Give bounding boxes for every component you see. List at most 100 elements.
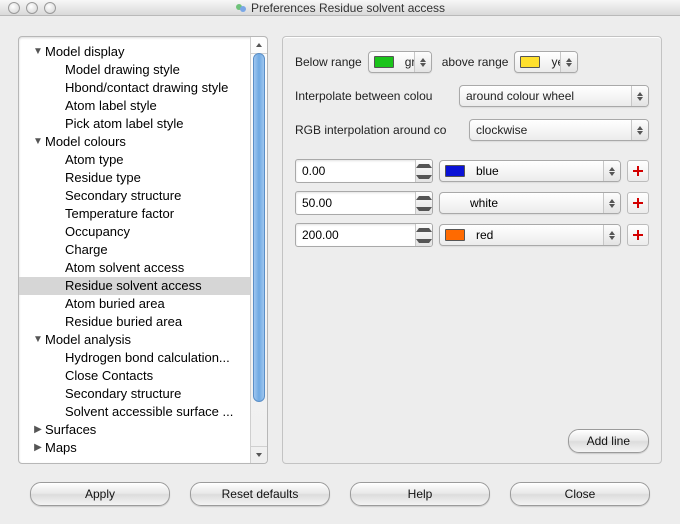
stop-colour-value: red xyxy=(470,228,603,242)
stepper-icon[interactable] xyxy=(415,224,432,246)
tree-item[interactable]: ▶Secondary structure xyxy=(19,187,267,205)
stepper-arrows-icon xyxy=(560,52,577,72)
interpolate-value: around colour wheel xyxy=(460,89,631,103)
stepper-arrows-icon xyxy=(603,161,620,181)
above-range-select[interactable]: yello xyxy=(514,51,578,73)
help-button[interactable]: Help xyxy=(350,482,490,506)
disclosure-right-icon[interactable]: ▶ xyxy=(33,421,43,439)
tree-item[interactable]: ▶Residue type xyxy=(19,169,267,187)
pane-split: ▼Model display▶Model drawing style▶Hbond… xyxy=(18,36,662,464)
tree-item-label: Secondary structure xyxy=(65,385,181,403)
stop-colour-select[interactable]: white xyxy=(439,192,621,214)
tree-item-label: Model display xyxy=(45,43,125,61)
app-icon xyxy=(235,2,247,14)
tree-item[interactable]: ▼Model colours xyxy=(19,133,267,151)
tree-item[interactable]: ▶Atom type xyxy=(19,151,267,169)
tree-item[interactable]: ▼Model analysis xyxy=(19,331,267,349)
zoom-window-button[interactable] xyxy=(44,2,56,14)
tree-scrollbar[interactable] xyxy=(250,37,267,463)
tree-item-label: Atom label style xyxy=(65,97,157,115)
above-range-value: yello xyxy=(545,55,560,69)
tree-item-label: Solvent accessible surface ... xyxy=(65,403,233,421)
tree-item-label: Model drawing style xyxy=(65,61,180,79)
tree-item-label: Hydrogen bond calculation... xyxy=(65,349,230,367)
scroll-thumb[interactable] xyxy=(253,53,265,402)
stop-value-field[interactable]: 0.00 xyxy=(295,159,433,183)
stop-colour-select[interactable]: blue xyxy=(439,160,621,182)
tree-item[interactable]: ▶Residue solvent access xyxy=(19,277,267,295)
disclosure-right-icon[interactable]: ▶ xyxy=(33,439,43,457)
stepper-arrows-icon xyxy=(414,52,431,72)
tree-item[interactable]: ▶Charge xyxy=(19,241,267,259)
colour-stops-list: 0.00 blue 50.00 white 200.00 red xyxy=(295,159,649,255)
tree-item[interactable]: ▶Atom solvent access xyxy=(19,259,267,277)
minimize-window-button[interactable] xyxy=(26,2,38,14)
window-title-text: Preferences Residue solvent access xyxy=(251,1,445,15)
below-range-swatch xyxy=(374,56,394,68)
tree-item[interactable]: ▶Solvent accessible surface ... xyxy=(19,403,267,421)
colour-swatch xyxy=(445,229,465,241)
tree-item[interactable]: ▶Maps xyxy=(19,439,267,457)
remove-icon xyxy=(632,197,644,209)
tree-item-label: Atom type xyxy=(65,151,124,169)
tree-item[interactable]: ▶Model drawing style xyxy=(19,61,267,79)
tree-item[interactable]: ▶Surfaces xyxy=(19,421,267,439)
stop-value: 200.00 xyxy=(296,224,415,246)
tree-item-label: Secondary structure xyxy=(65,187,181,205)
category-tree[interactable]: ▼Model display▶Model drawing style▶Hbond… xyxy=(18,36,268,464)
stop-colour-select[interactable]: red xyxy=(439,224,621,246)
tree-item[interactable]: ▶Temperature factor xyxy=(19,205,267,223)
titlebar: Preferences Residue solvent access xyxy=(0,0,680,16)
apply-button[interactable]: Apply xyxy=(30,482,170,506)
tree-item-label: Charge xyxy=(65,241,108,259)
tree-item[interactable]: ▶Pick atom label style xyxy=(19,115,267,133)
tree-item[interactable]: ▶Atom label style xyxy=(19,97,267,115)
tree-item[interactable]: ▼Model display xyxy=(19,43,267,61)
remove-line-button[interactable] xyxy=(627,160,649,182)
tree-item-label: Close Contacts xyxy=(65,367,153,385)
interpolate-select[interactable]: around colour wheel xyxy=(459,85,649,107)
stepper-arrows-icon xyxy=(603,225,620,245)
above-range-label: above range xyxy=(442,55,509,69)
disclosure-down-icon[interactable]: ▼ xyxy=(33,43,43,61)
tree-item[interactable]: ▶Secondary structure xyxy=(19,385,267,403)
stepper-icon[interactable] xyxy=(415,160,432,182)
tree-item-label: Atom buried area xyxy=(65,295,165,313)
scroll-up-button[interactable] xyxy=(251,37,267,54)
above-range-swatch xyxy=(520,56,540,68)
add-line-button[interactable]: Add line xyxy=(568,429,649,453)
close-window-button[interactable] xyxy=(8,2,20,14)
scroll-track[interactable] xyxy=(251,53,267,447)
close-button[interactable]: Close xyxy=(510,482,650,506)
remove-line-button[interactable] xyxy=(627,192,649,214)
tree-item[interactable]: ▶Residue buried area xyxy=(19,313,267,331)
stop-value: 0.00 xyxy=(296,160,415,182)
stepper-icon[interactable] xyxy=(415,192,432,214)
tree-item[interactable]: ▶Occupancy xyxy=(19,223,267,241)
stepper-arrows-icon xyxy=(631,86,648,106)
tree-item-label: Residue buried area xyxy=(65,313,182,331)
remove-line-button[interactable] xyxy=(627,224,649,246)
disclosure-down-icon[interactable]: ▼ xyxy=(33,331,43,349)
stop-value-field[interactable]: 200.00 xyxy=(295,223,433,247)
tree-item[interactable]: ▶Hbond/contact drawing style xyxy=(19,79,267,97)
panel-footer: Add line xyxy=(295,421,649,453)
colour-stop-row: 50.00 white xyxy=(295,191,649,215)
tree-item-label: Model analysis xyxy=(45,331,131,349)
tree-item[interactable]: ▶Close Contacts xyxy=(19,367,267,385)
tree-item[interactable]: ▶Hydrogen bond calculation... xyxy=(19,349,267,367)
tree-item-label: Maps xyxy=(45,439,77,457)
reset-defaults-button[interactable]: Reset defaults xyxy=(190,482,330,506)
tree-item[interactable]: ▶Atom buried area xyxy=(19,295,267,313)
below-range-select[interactable]: gree xyxy=(368,51,432,73)
rgb-interp-label: RGB interpolation around co xyxy=(295,123,469,137)
disclosure-down-icon[interactable]: ▼ xyxy=(33,133,43,151)
rgb-interp-select[interactable]: clockwise xyxy=(469,119,649,141)
scroll-down-button[interactable] xyxy=(251,446,267,463)
window-controls xyxy=(8,2,56,14)
tree-item-label: Occupancy xyxy=(65,223,130,241)
tree-item-label: Residue type xyxy=(65,169,141,187)
range-colour-row: Below range gree above range yello xyxy=(295,51,649,73)
stepper-arrows-icon xyxy=(603,193,620,213)
stop-value-field[interactable]: 50.00 xyxy=(295,191,433,215)
